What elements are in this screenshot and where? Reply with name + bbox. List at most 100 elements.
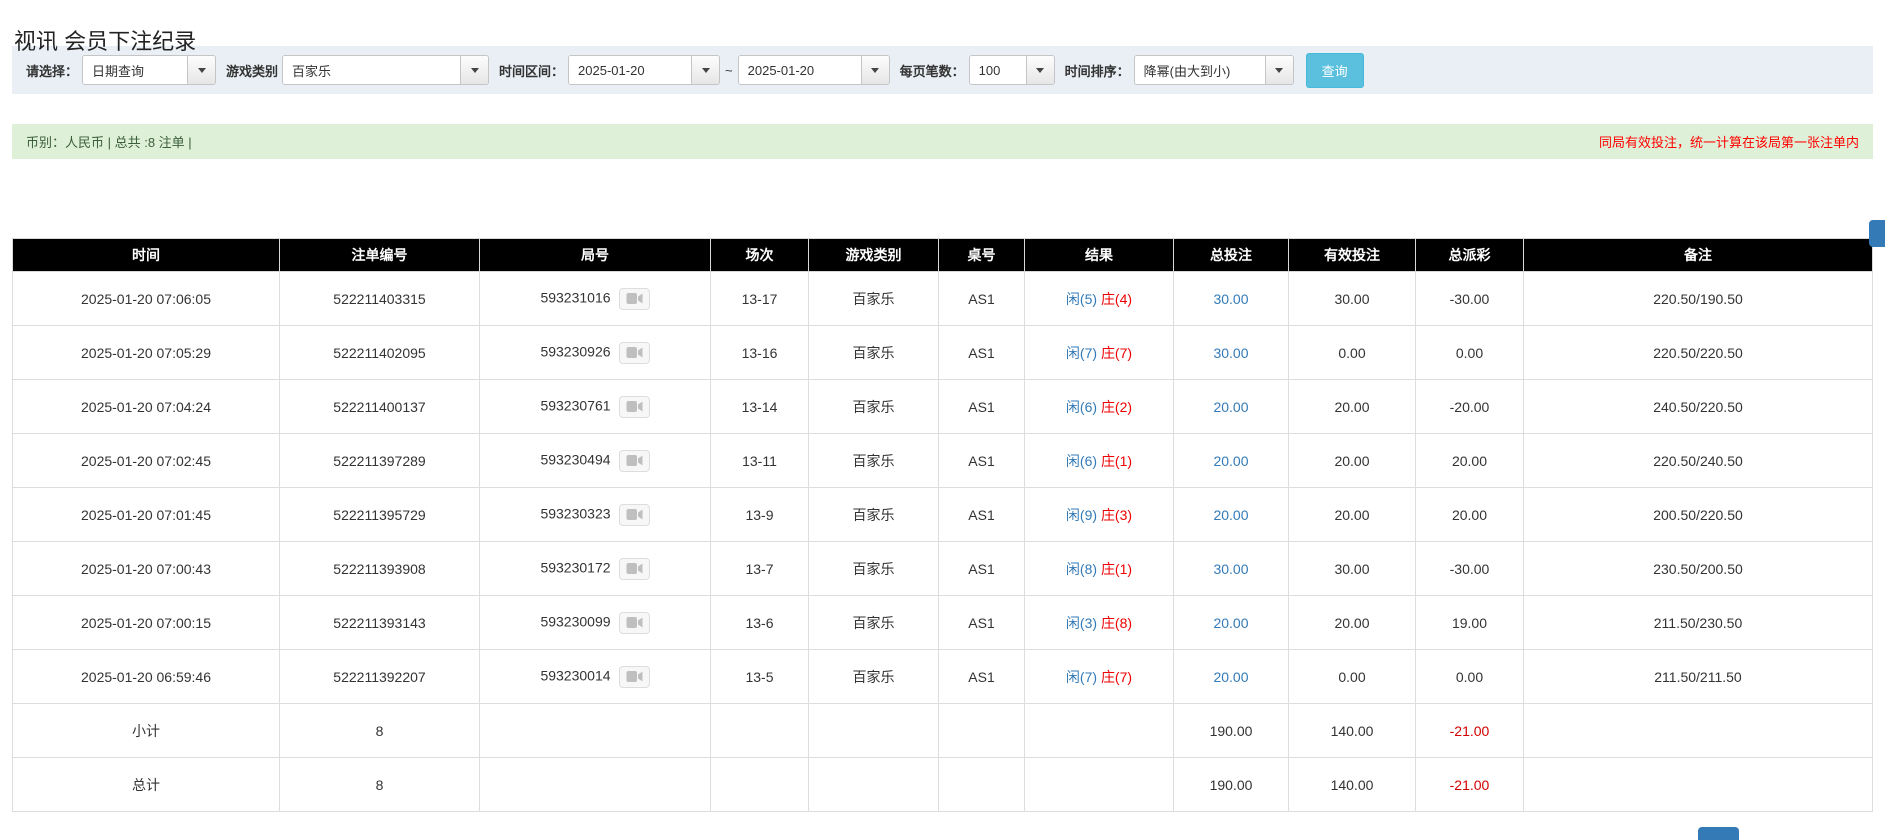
total-bet-link[interactable]: 20.00 xyxy=(1213,669,1248,685)
payout-cell: 20.00 xyxy=(1415,433,1524,488)
replay-button[interactable] xyxy=(618,449,650,472)
time-cell: 2025-01-20 07:00:15 xyxy=(12,595,280,650)
round-cell: 593230761 xyxy=(479,379,711,434)
footer-empty-cell xyxy=(710,703,809,758)
total-bet-cell: 20.00 xyxy=(1173,595,1289,650)
time-cell: 2025-01-20 07:00:43 xyxy=(12,541,280,596)
total-bet-link[interactable]: 30.00 xyxy=(1213,291,1248,307)
chevron-down-icon xyxy=(701,67,710,73)
session-cell: 13-11 xyxy=(710,433,809,488)
footer-payout-cell: -21.00 xyxy=(1415,757,1524,812)
round-cell: 593230494 xyxy=(479,433,711,488)
footer-count-cell: 8 xyxy=(279,703,480,758)
result-banker: 庄(2) xyxy=(1100,398,1133,415)
subtotal-row: 小计 8 190.00 140.00 -21.00 xyxy=(12,703,1873,758)
result-player: 闲(7) xyxy=(1065,344,1098,361)
result-banker: 庄(4) xyxy=(1100,290,1133,307)
payout-cell: -30.00 xyxy=(1415,271,1524,326)
result-cell: 闲(5) 庄(4) xyxy=(1024,271,1174,326)
replay-button[interactable] xyxy=(618,395,650,418)
replay-button[interactable] xyxy=(618,665,650,688)
remark-cell: 220.50/240.50 xyxy=(1523,433,1873,488)
result-player: 闲(6) xyxy=(1065,398,1098,415)
time-cell: 2025-01-20 07:05:29 xyxy=(12,325,280,380)
column-header: 局号 xyxy=(479,238,711,272)
date-from-dropdown-button[interactable] xyxy=(691,56,720,84)
table-row: 2025-01-20 07:04:24 522211400137 593230761… xyxy=(12,379,1873,434)
result-player: 闲(9) xyxy=(1065,506,1098,523)
remark-cell: 220.50/190.50 xyxy=(1523,271,1873,326)
game-type-select[interactable]: 百家乐 xyxy=(282,55,490,85)
date-to-select[interactable]: 2025-01-20 xyxy=(737,55,890,85)
game-type-cell: 百家乐 xyxy=(808,325,939,380)
table-row: 2025-01-20 07:01:45 522211395729 593230323… xyxy=(12,487,1873,542)
total-bet-link[interactable]: 20.00 xyxy=(1213,399,1248,415)
result-cell: 闲(7) 庄(7) xyxy=(1024,325,1174,380)
search-button[interactable]: 查询 xyxy=(1305,52,1364,88)
replay-button[interactable] xyxy=(618,557,650,580)
result-banker: 庄(8) xyxy=(1100,614,1133,631)
round-id: 593230014 xyxy=(540,667,611,684)
time-cell: 2025-01-20 06:59:46 xyxy=(12,649,280,704)
total-bet-cell: 20.00 xyxy=(1173,379,1289,434)
footer-count-cell: 8 xyxy=(279,757,480,812)
column-header: 注单编号 xyxy=(279,238,480,272)
table-row: 2025-01-20 07:06:05 522211403315 593231016… xyxy=(12,271,1873,326)
replay-button[interactable] xyxy=(618,287,650,310)
round-id: 593231016 xyxy=(540,289,611,306)
query-type-dropdown-button[interactable] xyxy=(187,56,216,84)
video-icon xyxy=(626,400,643,412)
valid-bet-cell: 30.00 xyxy=(1288,271,1416,326)
table-row: 2025-01-20 06:59:46 522211392207 593230014… xyxy=(12,649,1873,704)
total-bet-link[interactable]: 30.00 xyxy=(1213,561,1248,577)
date-to-dropdown-button[interactable] xyxy=(860,56,889,84)
currency-total-text: 币别：人民币 | 总共 :8 注单 | xyxy=(26,135,192,150)
result-player: 闲(5) xyxy=(1065,290,1098,307)
video-icon xyxy=(626,454,643,466)
replay-button[interactable] xyxy=(618,611,650,634)
total-bet-cell: 30.00 xyxy=(1173,271,1289,326)
footer-empty-cell xyxy=(710,757,809,812)
footer-empty-cell xyxy=(1024,757,1174,812)
total-bet-cell: 20.00 xyxy=(1173,649,1289,704)
chevron-down-icon xyxy=(871,67,880,73)
valid-bet-cell: 20.00 xyxy=(1288,595,1416,650)
remark-cell: 220.50/220.50 xyxy=(1523,325,1873,380)
sort-order-dropdown-button[interactable] xyxy=(1264,56,1293,84)
result-banker: 庄(1) xyxy=(1100,560,1133,577)
page-size-value: 100 xyxy=(969,56,1026,84)
bet-id-cell: 522211402095 xyxy=(279,325,480,380)
bottom-partial-button[interactable] xyxy=(1698,827,1739,840)
game-type-cell: 百家乐 xyxy=(808,595,939,650)
total-bet-link[interactable]: 20.00 xyxy=(1213,453,1248,469)
date-from-select[interactable]: 2025-01-20 xyxy=(568,55,721,85)
table-header-row: 时间 注单编号 局号 场次 游戏类别 桌号 结果 总投注 有效投注 总派彩 备注 xyxy=(12,238,1873,272)
game-type-cell: 百家乐 xyxy=(808,649,939,704)
game-type-dropdown-button[interactable] xyxy=(460,56,489,84)
sort-order-value: 降幂(由大到小) xyxy=(1134,56,1265,84)
footer-total-bet-cell: 190.00 xyxy=(1173,703,1289,758)
query-type-value: 日期查询 xyxy=(83,56,188,84)
page-size-dropdown-button[interactable] xyxy=(1025,56,1054,84)
query-type-select[interactable]: 日期查询 xyxy=(82,55,217,85)
table-no-cell: AS1 xyxy=(938,541,1025,596)
total-bet-link[interactable]: 20.00 xyxy=(1213,507,1248,523)
time-cell: 2025-01-20 07:01:45 xyxy=(12,487,280,542)
column-header: 游戏类别 xyxy=(808,238,939,272)
sort-order-select[interactable]: 降幂(由大到小) xyxy=(1133,55,1294,85)
page-size-select[interactable]: 100 xyxy=(968,55,1055,85)
session-cell: 13-14 xyxy=(710,379,809,434)
result-cell: 闲(7) 庄(7) xyxy=(1024,649,1174,704)
replay-button[interactable] xyxy=(618,503,650,526)
result-cell: 闲(8) 庄(1) xyxy=(1024,541,1174,596)
total-bet-link[interactable]: 30.00 xyxy=(1213,345,1248,361)
total-bet-link[interactable]: 20.00 xyxy=(1213,615,1248,631)
footer-total-bet-cell: 190.00 xyxy=(1173,757,1289,812)
footer-label-cell: 小计 xyxy=(12,703,280,758)
time-cell: 2025-01-20 07:04:24 xyxy=(12,379,280,434)
right-edge-partial-button[interactable] xyxy=(1869,220,1885,247)
time-cell: 2025-01-20 07:02:45 xyxy=(12,433,280,488)
replay-button[interactable] xyxy=(618,341,650,364)
valid-bet-cell: 0.00 xyxy=(1288,325,1416,380)
footer-empty-cell xyxy=(938,757,1025,812)
